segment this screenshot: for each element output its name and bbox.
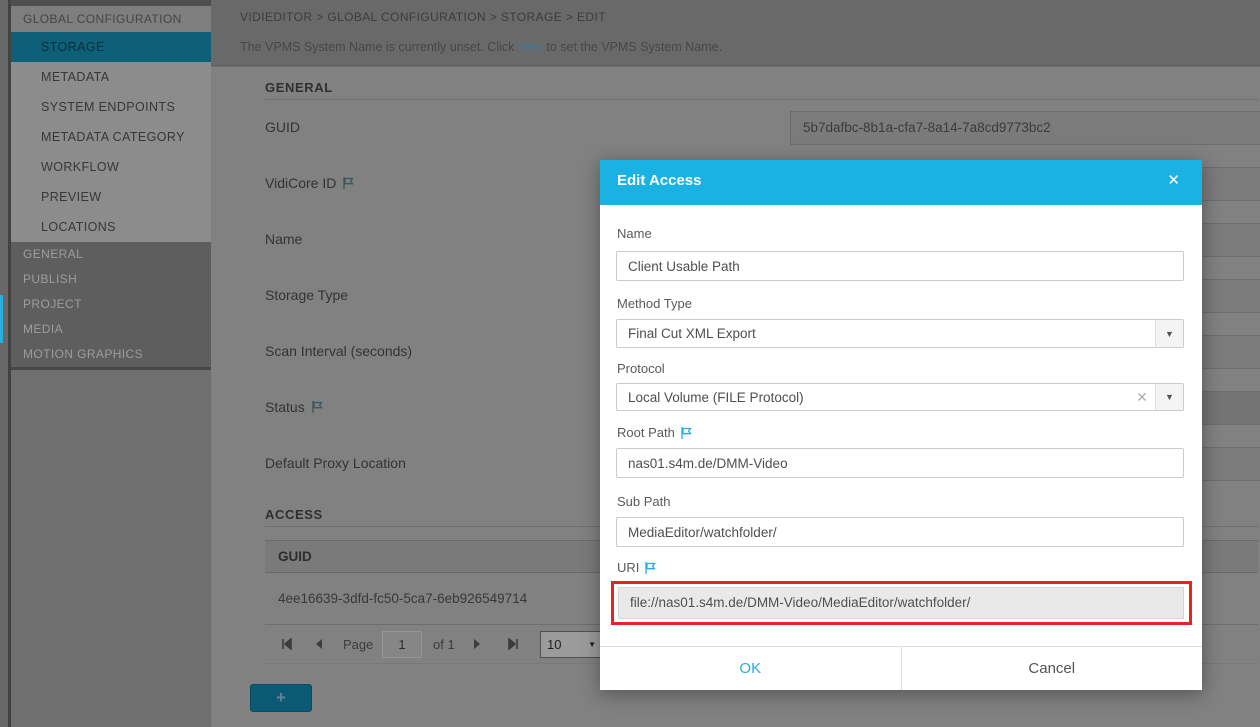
- notice-text-pre: The VPMS System Name is currently unset.…: [240, 40, 518, 54]
- top-bar: VIDIEDITOR > GLOBAL CONFIGURATION > STOR…: [211, 0, 1260, 66]
- general-section-heading: GENERAL: [265, 80, 333, 95]
- flag-icon: [310, 400, 324, 414]
- flag-icon: [643, 561, 657, 575]
- chevron-down-icon: ▼: [588, 632, 596, 657]
- sidebar-section-group: GENERAL PUBLISH PROJECT MEDIA MOTION GRA…: [11, 242, 211, 370]
- sidebar-item-publish[interactable]: PUBLISH: [11, 267, 211, 292]
- dialog-header: Edit Access ✕: [600, 160, 1202, 205]
- sidebar-item-system-endpoints[interactable]: SYSTEM ENDPOINTS: [11, 92, 211, 122]
- name-label: Name: [265, 231, 302, 247]
- dialog-name-label: Name: [617, 226, 652, 241]
- add-access-button[interactable]: +: [250, 684, 312, 712]
- uri-label: URI: [617, 560, 657, 575]
- notice-text-post: to set the VPMS System Name.: [543, 40, 722, 54]
- root-path-label: Root Path: [617, 425, 693, 440]
- sidebar-item-media[interactable]: MEDIA: [11, 317, 211, 342]
- close-icon[interactable]: ✕: [1167, 171, 1180, 189]
- sidebar-item-locations[interactable]: LOCATIONS: [11, 212, 211, 242]
- chevron-down-icon[interactable]: ▼: [1155, 384, 1183, 410]
- left-page-edge: [0, 0, 8, 727]
- storage-type-label: Storage Type: [265, 287, 348, 303]
- access-guid-column-header: GUID: [278, 549, 312, 564]
- sidebar-item-general[interactable]: GENERAL: [11, 242, 211, 267]
- clear-icon[interactable]: ✕: [1129, 389, 1155, 406]
- sidebar-item-metadata-category[interactable]: METADATA CATEGORY: [11, 122, 211, 152]
- method-type-value: Final Cut XML Export: [617, 326, 1155, 341]
- flag-icon: [679, 426, 693, 440]
- page-label: Page: [343, 637, 373, 652]
- cancel-button[interactable]: Cancel: [902, 647, 1203, 690]
- root-path-input[interactable]: [616, 448, 1184, 478]
- edit-access-dialog: Edit Access ✕ Name Method Type Final Cut…: [600, 160, 1202, 690]
- first-page-icon[interactable]: [281, 638, 293, 650]
- method-type-select[interactable]: Final Cut XML Export ▼: [616, 319, 1184, 348]
- access-section-heading: ACCESS: [265, 507, 323, 522]
- default-proxy-location-label: Default Proxy Location: [265, 455, 406, 471]
- sidebar-item-workflow[interactable]: WORKFLOW: [11, 152, 211, 182]
- protocol-value: Local Volume (FILE Protocol): [617, 390, 1129, 405]
- page-count-label: of 1: [433, 637, 455, 652]
- ok-button[interactable]: OK: [600, 647, 902, 690]
- vpms-notice: The VPMS System Name is currently unset.…: [240, 40, 722, 54]
- chevron-down-icon[interactable]: ▼: [1155, 320, 1183, 347]
- sub-path-label: Sub Path: [617, 494, 671, 509]
- flag-icon: [341, 176, 355, 190]
- page-size-value: 10: [547, 632, 561, 657]
- dialog-footer: OK Cancel: [600, 646, 1202, 690]
- sidebar-item-storage[interactable]: STORAGE: [11, 32, 211, 62]
- notice-here-link[interactable]: here: [518, 40, 543, 54]
- previous-page-icon[interactable]: [313, 638, 325, 650]
- dialog-name-input[interactable]: [616, 251, 1184, 281]
- scan-interval-label: Scan Interval (seconds): [265, 343, 412, 359]
- method-type-label: Method Type: [617, 296, 692, 311]
- sidebar-item-metadata[interactable]: METADATA: [11, 62, 211, 92]
- guid-field: 5b7dafbc-8b1a-cfa7-8a14-7a8cd9773bc2: [790, 111, 1260, 145]
- sidebar-item-project[interactable]: PROJECT: [11, 292, 211, 317]
- vidicore-id-label: VidiCore ID: [265, 175, 355, 191]
- left-accent-stripe: [0, 295, 3, 343]
- sidebar-item-motion-graphics[interactable]: MOTION GRAPHICS: [11, 342, 211, 367]
- guid-label: GUID: [265, 119, 300, 135]
- access-row-guid: 4ee16639-3dfd-fc50-5ca7-6eb926549714: [278, 591, 527, 606]
- sidebar-config-group: STORAGE METADATA SYSTEM ENDPOINTS METADA…: [11, 32, 211, 242]
- last-page-icon[interactable]: [507, 638, 519, 650]
- general-section-divider: [265, 99, 1258, 100]
- page-size-select[interactable]: 10 ▼: [540, 631, 603, 658]
- status-label: Status: [265, 399, 324, 415]
- protocol-select[interactable]: Local Volume (FILE Protocol) ✕ ▼: [616, 383, 1184, 411]
- uri-readonly-field: file://nas01.s4m.de/DMM-Video/MediaEdito…: [618, 587, 1184, 619]
- dialog-title: Edit Access: [617, 172, 702, 189]
- sidebar-item-preview[interactable]: PREVIEW: [11, 182, 211, 212]
- page-number-input[interactable]: [382, 631, 422, 658]
- next-page-icon[interactable]: [471, 638, 483, 650]
- sidebar: GLOBAL CONFIGURATION STORAGE METADATA SY…: [11, 0, 211, 727]
- breadcrumb: VIDIEDITOR > GLOBAL CONFIGURATION > STOR…: [240, 10, 606, 24]
- sidebar-header: GLOBAL CONFIGURATION: [11, 6, 211, 32]
- protocol-label: Protocol: [617, 361, 665, 376]
- sub-path-input[interactable]: [616, 517, 1184, 547]
